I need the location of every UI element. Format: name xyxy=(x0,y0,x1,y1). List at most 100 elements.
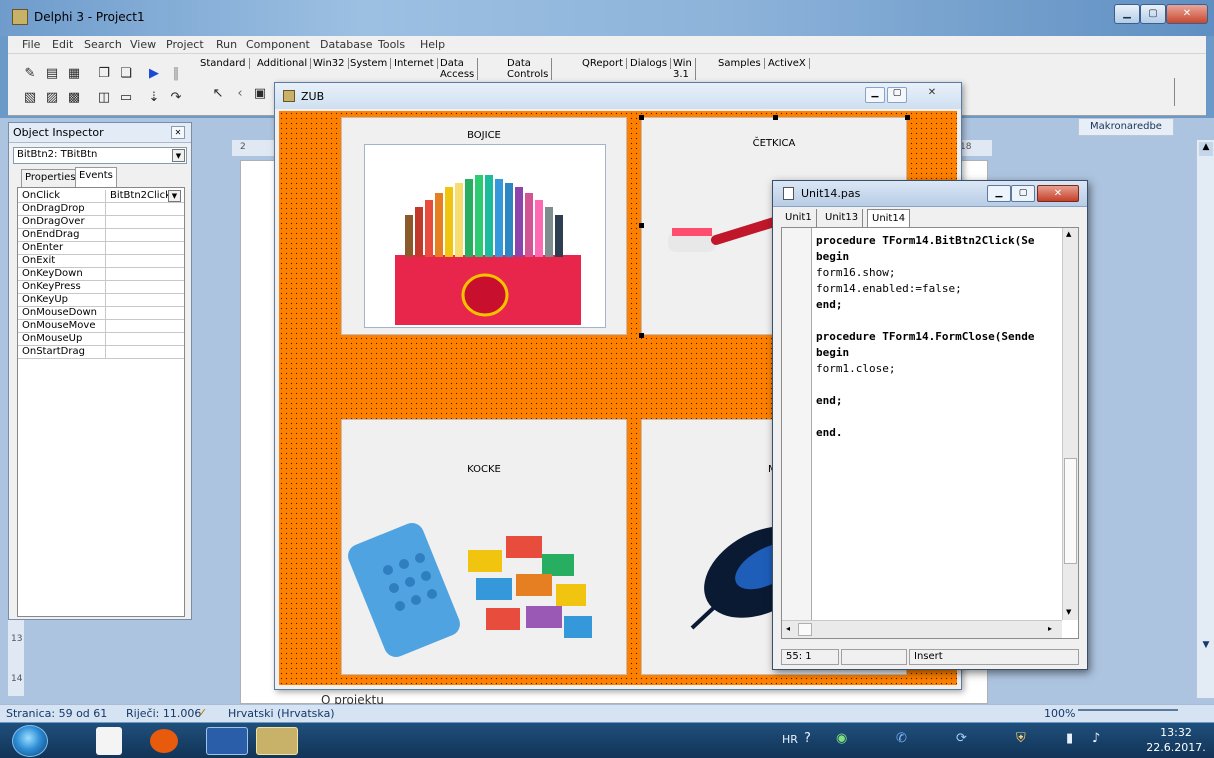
chevron-down-icon[interactable]: ▼ xyxy=(172,149,185,162)
palette-tab-win32[interactable]: Win32 xyxy=(310,58,349,69)
tab-properties[interactable]: Properties xyxy=(21,169,80,187)
word-count[interactable]: Riječi: 11.006 xyxy=(126,707,201,720)
zoom-level[interactable]: 100% xyxy=(1044,707,1075,720)
panel-kocke[interactable]: KOCKE xyxy=(341,419,627,675)
scroll-down-icon[interactable]: ▼ xyxy=(1066,608,1071,616)
palette-tab-data-access[interactable]: Data Access xyxy=(437,58,479,80)
event-row[interactable]: OnMouseMove xyxy=(18,320,184,333)
minimize-icon[interactable]: ▁ xyxy=(1114,4,1140,24)
close-icon[interactable]: ✕ xyxy=(917,87,947,103)
skype-icon[interactable]: ✆ xyxy=(896,731,907,746)
word-scroll-up-icon[interactable]: ▲ xyxy=(1199,142,1213,156)
signal-icon[interactable]: ▮ xyxy=(1066,731,1073,746)
minimize-icon[interactable]: ▁ xyxy=(865,87,885,103)
sync-icon[interactable]: ⟳ xyxy=(956,731,967,746)
view-unit-icon[interactable]: ▩ xyxy=(64,88,84,108)
menu-search[interactable]: Search xyxy=(84,38,122,51)
word-taskbar-icon[interactable] xyxy=(206,727,248,755)
palette-tab-data-controls[interactable]: Data Controls xyxy=(504,58,553,80)
maximize-icon[interactable]: ▢ xyxy=(887,87,907,103)
close-icon[interactable]: ✕ xyxy=(171,126,185,139)
tab-unit1[interactable]: Unit1 xyxy=(781,209,817,227)
scroll-left-icon[interactable]: ◂ xyxy=(786,624,790,633)
menu-run[interactable]: Run xyxy=(216,38,237,51)
panel-bojice[interactable]: BOJICE xyxy=(341,117,627,335)
pointer-icon[interactable]: ↖ xyxy=(208,84,228,104)
language[interactable]: Hrvatski (Hrvatska) xyxy=(228,707,335,720)
delphi-taskbar-icon[interactable] xyxy=(256,727,298,755)
selection-handle[interactable] xyxy=(773,115,778,120)
tab-events[interactable]: Events xyxy=(75,167,117,187)
event-row[interactable]: OnKeyPress xyxy=(18,281,184,294)
scroll-up-icon[interactable]: ▲ xyxy=(1066,230,1071,238)
event-row[interactable]: OnClick BitBtn2Click ▼ xyxy=(18,190,184,203)
shield-icon[interactable]: ⛨ xyxy=(1016,731,1026,746)
event-row[interactable]: OnKeyUp xyxy=(18,294,184,307)
event-row[interactable]: OnDragOver xyxy=(18,216,184,229)
selection-handle[interactable] xyxy=(639,333,644,338)
minimize-icon[interactable]: ▁ xyxy=(987,185,1011,202)
toggle-icon[interactable]: ▭ xyxy=(116,88,136,108)
menu-project[interactable]: Project xyxy=(166,38,204,51)
component-icon[interactable]: ▣ xyxy=(250,84,270,104)
menu-file[interactable]: File xyxy=(22,38,40,51)
palette-tab-dialogs[interactable]: Dialogs xyxy=(627,58,672,69)
palette-tab-standard[interactable]: Standard xyxy=(197,58,250,69)
zoom-slider[interactable] xyxy=(1078,709,1178,711)
network-icon[interactable]: ◉ xyxy=(836,731,847,746)
menu-database[interactable]: Database xyxy=(320,38,373,51)
word-scroll-down-icon[interactable]: ▼ xyxy=(1199,640,1213,654)
start-button-icon[interactable] xyxy=(12,725,48,757)
event-row[interactable]: OnMouseUp xyxy=(18,333,184,346)
selection-handle[interactable] xyxy=(639,115,644,120)
palette-scroll-left-icon[interactable]: ‹ xyxy=(230,84,250,104)
object-inspector-title-bar[interactable]: Object Inspector ✕ xyxy=(9,123,191,143)
editor-horizontal-scrollbar[interactable]: ◂ ▸ xyxy=(782,620,1062,638)
zub-title-bar[interactable]: ZUB ▁ ▢ ✕ xyxy=(275,83,961,109)
event-row[interactable]: OnDragDrop xyxy=(18,203,184,216)
maximize-icon[interactable]: ▢ xyxy=(1011,185,1035,202)
event-row[interactable]: OnMouseDown xyxy=(18,307,184,320)
trace-icon[interactable]: ↷ xyxy=(166,88,186,108)
editor-title-bar[interactable]: Unit14.pas ▁ ▢ ✕ xyxy=(773,181,1087,207)
language-indicator[interactable]: HR xyxy=(782,733,798,746)
palette-tab-qreport[interactable]: QReport xyxy=(579,58,628,69)
save-icon[interactable]: ▦ xyxy=(64,64,84,84)
selection-handle[interactable] xyxy=(639,223,644,228)
menu-component[interactable]: Component xyxy=(246,38,310,51)
tab-unit13[interactable]: Unit13 xyxy=(821,209,864,227)
event-row[interactable]: OnKeyDown xyxy=(18,268,184,281)
palette-tab-additional[interactable]: Additional xyxy=(254,58,312,69)
palette-tab-win31[interactable]: Win 3.1 xyxy=(670,58,696,80)
open-icon[interactable]: ▤ xyxy=(42,64,62,84)
maximize-icon[interactable]: ▢ xyxy=(1140,4,1166,24)
volume-icon[interactable]: ♪ xyxy=(1092,731,1100,746)
close-icon[interactable]: ✕ xyxy=(1037,185,1079,202)
event-row[interactable]: OnEndDrag xyxy=(18,229,184,242)
code-area[interactable]: procedure TForm14.BitBtn2Click(Se begin … xyxy=(781,227,1079,639)
scroll-right-icon[interactable]: ▸ xyxy=(1048,624,1052,633)
pause-icon[interactable]: ‖ xyxy=(166,64,186,84)
menu-tools[interactable]: Tools xyxy=(378,38,405,51)
proofing-icon[interactable]: ✓ xyxy=(198,706,207,719)
open-project-icon[interactable]: ❐ xyxy=(94,64,114,84)
menu-help[interactable]: Help xyxy=(420,38,445,51)
palette-tab-system[interactable]: System xyxy=(347,58,392,69)
document-icon[interactable] xyxy=(96,727,122,755)
tab-unit14[interactable]: Unit14 xyxy=(867,209,911,227)
event-row[interactable]: OnStartDrag xyxy=(18,346,184,359)
pencils-image[interactable] xyxy=(364,144,606,328)
page-count[interactable]: Stranica: 59 od 61 xyxy=(6,707,107,720)
delphi-title-bar[interactable]: Delphi 3 - Project1 ▁ ▢ ✕ xyxy=(0,0,1214,36)
editor-vertical-scrollbar[interactable]: ▲ ▼ xyxy=(1062,228,1078,620)
palette-tab-activex[interactable]: ActiveX xyxy=(765,58,810,69)
clock[interactable]: 13:32 22.6.2017. xyxy=(1144,725,1208,755)
run-icon[interactable]: ▶ xyxy=(144,64,164,84)
remove-file-icon[interactable]: ▨ xyxy=(42,88,62,108)
menu-edit[interactable]: Edit xyxy=(52,38,73,51)
scroll-thumb[interactable] xyxy=(1064,458,1077,564)
scroll-thumb[interactable] xyxy=(798,623,812,636)
palette-tab-internet[interactable]: Internet xyxy=(391,58,438,69)
add-file-icon[interactable]: ▧ xyxy=(20,88,40,108)
new-icon[interactable]: ✎ xyxy=(20,64,40,84)
